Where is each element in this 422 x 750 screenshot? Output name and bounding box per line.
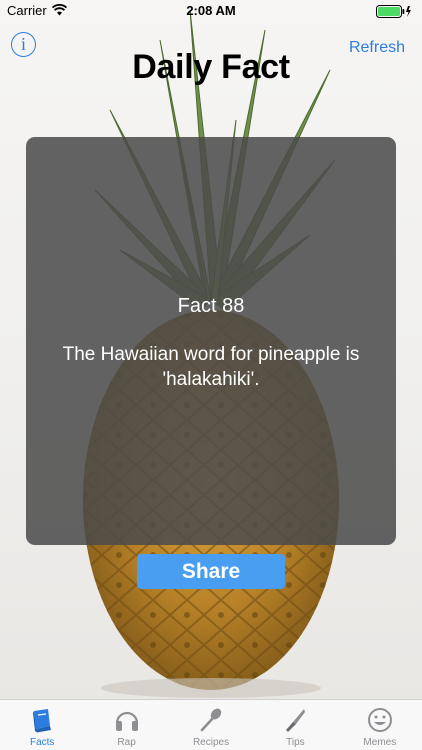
page-title: Daily Fact — [132, 48, 290, 86]
headphones-icon — [115, 711, 138, 731]
share-button[interactable]: Share — [137, 554, 285, 589]
tab-label: Facts — [29, 737, 55, 748]
tab-facts[interactable]: Facts — [0, 700, 84, 750]
fact-card: Fact 88 The Hawaiian word for pineapple … — [26, 137, 396, 545]
smiley-icon — [367, 708, 392, 732]
fact-number: Fact 88 — [177, 295, 245, 317]
tab-recipes[interactable]: Recipes — [169, 700, 253, 750]
spoon-icon — [200, 708, 222, 732]
status-time: 2:08 AM — [186, 3, 236, 18]
tab-label: Rap — [117, 737, 136, 748]
tab-label: Tips — [286, 737, 305, 748]
tab-memes[interactable]: Memes — [338, 700, 422, 750]
knife-icon — [286, 709, 306, 732]
tab-rap[interactable]: Rap — [84, 700, 168, 750]
battery-icon — [376, 5, 411, 18]
book-icon — [33, 709, 52, 733]
tab-tips[interactable]: Tips — [253, 700, 337, 750]
fact-text: The Hawaiian word for pineapple is 'hala… — [62, 344, 360, 390]
status-bar: Carrier 2:08 AM — [0, 0, 422, 22]
tab-label: Memes — [363, 737, 397, 748]
tab-bar: Facts Rap Recipes Tips Memes — [0, 699, 422, 750]
tab-label: Recipes — [192, 737, 230, 748]
